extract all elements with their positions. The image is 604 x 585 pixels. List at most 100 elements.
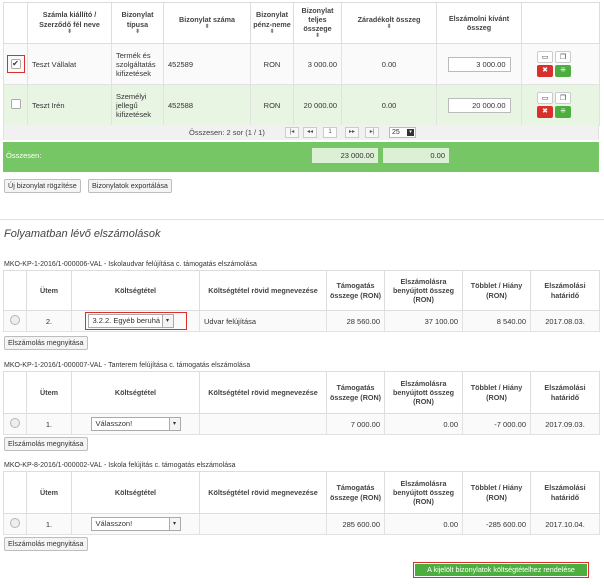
col-to-settle-label: Elszámolni kívánt összeg bbox=[448, 13, 510, 32]
cost-item-select[interactable]: 3.2.2. Egyéb beruhá ▾ bbox=[87, 314, 174, 328]
settle-amount-input[interactable]: 3 000.00 bbox=[447, 56, 511, 72]
settlement-table: Ütem Költségtétel Költségtétel rövid megne… bbox=[3, 371, 600, 435]
settlement-title: MKO-KP-1-2016/1-000007-VAL - Tanterem fe… bbox=[4, 362, 251, 369]
chevron-down-icon: ▾ bbox=[168, 418, 180, 430]
deadline-cell: 2017.08.03. bbox=[530, 310, 600, 332]
split-icon[interactable]: ⁜ bbox=[555, 106, 571, 118]
settlement-table: Ütem Költségtétel Költségtétel rövid megne… bbox=[3, 270, 600, 332]
row-actions: ▭ ❐ ✖ ⁜ bbox=[521, 43, 600, 85]
diff-cell: -285 600.00 bbox=[462, 513, 531, 535]
col-number-label: Bizonylat száma bbox=[179, 14, 235, 24]
sort-icon: ⬍ bbox=[204, 24, 210, 31]
support-cell: 28 560.00 bbox=[326, 310, 385, 332]
stage-cell: 1. bbox=[26, 513, 72, 535]
cost-item-select[interactable]: Válasszon! ▾ bbox=[90, 417, 181, 431]
last-page-button[interactable]: ▸| bbox=[365, 127, 379, 138]
row-checkbox[interactable]: ✔ bbox=[10, 59, 21, 69]
folder-open-icon[interactable]: ▭ bbox=[537, 51, 553, 63]
short-name-cell: Udvar felújítása bbox=[199, 310, 327, 332]
total-cell: 3 000.00 bbox=[293, 43, 342, 85]
col-type[interactable]: Bizonylat típusa ⬍ bbox=[111, 2, 164, 44]
row-checkbox[interactable] bbox=[10, 99, 21, 109]
assign-to-cost-item-button[interactable]: A kijelölt bizonylatok költségtételhez r… bbox=[415, 564, 587, 576]
col-currency-label: Bizonylat pénz-neme bbox=[253, 10, 291, 29]
col-stage: Ütem bbox=[26, 270, 72, 311]
invoice-table: Számla kiállító / Szerződő fél neve ⬍ Biz… bbox=[3, 2, 600, 126]
pager-summary: Összesen: 2 sor (1 / 1) bbox=[189, 128, 265, 137]
col-submitted: Elszámolásra benyújtott összeg (RON) bbox=[384, 371, 463, 414]
copy-icon[interactable]: ❐ bbox=[555, 92, 571, 104]
cost-item-select[interactable]: Válasszon! ▾ bbox=[90, 517, 181, 531]
table-row[interactable]: 1. Válasszon! ▾ 285 600.00 0.00 -285 600.00 20… bbox=[3, 513, 600, 535]
totals-bar: Összesen: 23 000.00 0.00 bbox=[3, 142, 599, 172]
settlement-header: Ütem Költségtétel Költségtétel rövid megne… bbox=[3, 371, 600, 414]
invoice-table-header: Számla kiállító / Szerződő fél neve ⬍ Biz… bbox=[3, 2, 600, 44]
row-actions: ▭ ❐ ✖ ⁜ bbox=[521, 84, 600, 126]
deadline-cell: 2017.09.03. bbox=[530, 413, 600, 435]
open-settlement-button[interactable]: Elszámolás megnyitása bbox=[4, 537, 88, 551]
open-settlement-button[interactable]: Elszámolás megnyitása bbox=[4, 336, 88, 350]
section-divider bbox=[0, 219, 604, 220]
issuer-cell: Teszt Irén bbox=[27, 84, 112, 126]
submitted-cell: 0.00 bbox=[384, 413, 463, 435]
col-diff: Többlet / Hiány (RON) bbox=[462, 371, 531, 414]
table-row[interactable]: Teszt Irén Személyi jellegű kifizetések … bbox=[3, 84, 600, 126]
folder-open-icon[interactable]: ▭ bbox=[537, 92, 553, 104]
cost-item-select-highlight: 3.2.2. Egyéb beruhá ▾ bbox=[84, 312, 187, 330]
col-support: Támogatás összege (RON) bbox=[326, 471, 385, 514]
table-row[interactable]: 2. 3.2.2. Egyéb beruhá ▾ Udvar felújítása 28… bbox=[3, 310, 600, 332]
col-withheld-label: Záradékolt összeg bbox=[357, 14, 421, 24]
col-deadline: Elszámolási határidő bbox=[530, 371, 600, 414]
export-invoices-button[interactable]: Bizonylatok exportálása bbox=[88, 179, 172, 193]
trash-icon[interactable]: ✖ bbox=[537, 65, 553, 77]
short-name-cell bbox=[199, 513, 327, 535]
col-total[interactable]: Bizonylat teljes összege ⬍ bbox=[293, 2, 342, 44]
next-page-button[interactable]: ▸▸ bbox=[345, 127, 359, 138]
settlement-title: MKO-KP-8-2016/1-000002-VAL - Iskola felú… bbox=[4, 462, 236, 469]
settlement-radio[interactable] bbox=[10, 518, 20, 528]
sort-icon: ⬍ bbox=[386, 24, 392, 31]
settle-amount-input[interactable]: 20 000.00 bbox=[447, 97, 511, 113]
page-size-select[interactable]: 25 ▾ bbox=[389, 127, 416, 138]
short-name-cell bbox=[199, 413, 327, 435]
col-number[interactable]: Bizonylat száma ⬍ bbox=[163, 2, 251, 44]
settlement-radio[interactable] bbox=[10, 418, 20, 428]
current-page[interactable]: 1 bbox=[323, 127, 337, 138]
col-withheld[interactable]: Záradékolt összeg ⬍ bbox=[341, 2, 437, 44]
submitted-cell: 0.00 bbox=[384, 513, 463, 535]
cost-item-value: Válasszon! bbox=[95, 419, 133, 428]
copy-icon[interactable]: ❐ bbox=[555, 51, 571, 63]
open-settlement-button[interactable]: Elszámolás megnyitása bbox=[4, 437, 88, 451]
stage-cell: 1. bbox=[26, 413, 72, 435]
pager: Összesen: 2 sor (1 / 1) |◂ ◂◂ 1 ▸▸ ▸| 25… bbox=[3, 125, 599, 140]
number-cell: 452588 bbox=[163, 84, 251, 126]
support-cell: 7 000.00 bbox=[326, 413, 385, 435]
col-stage: Ütem bbox=[26, 471, 72, 514]
col-to-settle: Elszámolni kívánt összeg bbox=[436, 2, 522, 44]
first-page-button[interactable]: |◂ bbox=[285, 127, 299, 138]
select-all-header[interactable] bbox=[3, 2, 28, 44]
currency-cell: RON bbox=[250, 84, 294, 126]
withheld-cell: 0.00 bbox=[341, 43, 437, 85]
col-currency[interactable]: Bizonylat pénz-neme ⬍ bbox=[250, 2, 294, 44]
table-row[interactable]: 1. Válasszon! ▾ 7 000.00 0.00 -7 000.00 2017.0… bbox=[3, 413, 600, 435]
sort-icon: ⬍ bbox=[269, 28, 275, 35]
col-short-name: Költségtétel rövid megnevezése bbox=[199, 371, 327, 414]
prev-page-button[interactable]: ◂◂ bbox=[303, 127, 317, 138]
totals-total: 23 000.00 bbox=[312, 148, 378, 163]
assign-button-highlight: A kijelölt bizonylatok költségtételhez r… bbox=[413, 562, 589, 578]
col-issuer[interactable]: Számla kiállító / Szerződő fél neve ⬍ bbox=[27, 2, 112, 44]
settlement-radio[interactable] bbox=[10, 315, 20, 325]
col-cost-item: Költségtétel bbox=[71, 270, 200, 311]
settlement-header: Ütem Költségtétel Költségtétel rövid megne… bbox=[3, 270, 600, 311]
col-submitted: Elszámolásra benyújtott összeg (RON) bbox=[384, 270, 463, 311]
page-size-value: 25 bbox=[392, 129, 400, 136]
trash-icon[interactable]: ✖ bbox=[537, 106, 553, 118]
split-icon[interactable]: ⁜ bbox=[555, 65, 571, 77]
col-stage: Ütem bbox=[26, 371, 72, 414]
stage-cell: 2. bbox=[26, 310, 72, 332]
new-invoice-button[interactable]: Új bizonylat rögzítése bbox=[4, 179, 81, 193]
table-row[interactable]: ✔ Teszt Vállalat Termék és szolgáltatás … bbox=[3, 43, 600, 85]
currency-cell: RON bbox=[250, 43, 294, 85]
col-type-label: Bizonylat típusa bbox=[121, 10, 154, 29]
